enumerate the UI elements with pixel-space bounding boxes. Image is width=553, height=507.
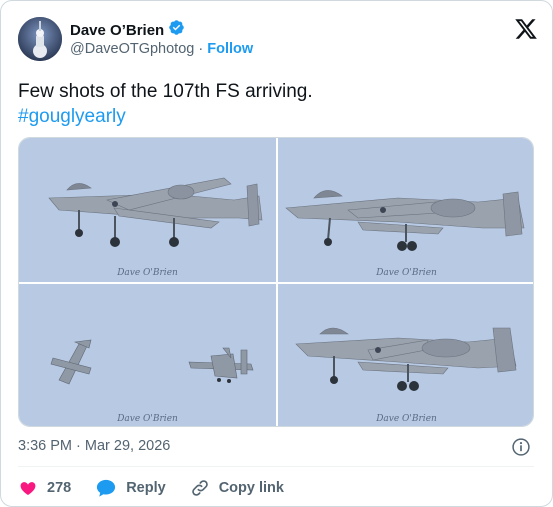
photo-signature: Dave O'Brien: [117, 268, 178, 278]
tweet-body: Few shots of the 107th FS arriving.: [18, 81, 313, 102]
photo-signature: Dave O'Brien: [376, 414, 437, 424]
follow-button[interactable]: Follow: [207, 41, 253, 57]
tweet-text: Few shots of the 107th FS arriving. #gou…: [18, 79, 538, 129]
handle-separator: ·: [198, 41, 204, 57]
photo-signature: Dave O'Brien: [376, 268, 437, 278]
reply-button[interactable]: Reply: [95, 478, 166, 498]
tweet-timestamp[interactable]: 3:36 PM · Mar 29, 2026: [18, 438, 170, 454]
like-count: 278: [47, 480, 72, 496]
photo-1[interactable]: Dave O'Brien: [19, 138, 276, 282]
name-row: Dave O’Brien: [70, 19, 185, 41]
timestamp-row: 3:36 PM · Mar 29, 2026: [18, 437, 534, 457]
avatar[interactable]: [18, 17, 62, 61]
heart-icon: [18, 478, 38, 498]
info-icon[interactable]: [511, 437, 531, 457]
handle-row: @DaveOTGphotog · Follow: [70, 41, 253, 57]
verified-badge-icon: [168, 19, 185, 41]
link-icon: [190, 478, 210, 498]
reply-bubble-icon: [95, 478, 117, 498]
like-button[interactable]: 278: [18, 478, 71, 498]
copy-link-label: Copy link: [218, 480, 284, 496]
photo-signature: Dave O'Brien: [117, 414, 178, 424]
photo-2[interactable]: Dave O'Brien: [278, 138, 533, 282]
reply-label: Reply: [126, 480, 166, 496]
action-bar: 278 Reply Copy link: [18, 477, 308, 499]
x-logo-icon[interactable]: [514, 17, 538, 41]
copy-link-button[interactable]: Copy link: [190, 478, 284, 498]
photo-4[interactable]: Dave O'Brien: [278, 284, 533, 426]
tweet-card: Dave O’Brien @DaveOTGphotog · Follow Few…: [0, 0, 553, 507]
user-handle[interactable]: @DaveOTGphotog: [70, 41, 194, 57]
photo-3[interactable]: Dave O'Brien: [19, 284, 276, 426]
media-grid: Dave O'Brien Dave O'Brien Dave O'Brien D…: [18, 137, 534, 427]
tweet-header: Dave O’Brien @DaveOTGphotog · Follow: [18, 17, 538, 61]
hashtag-link[interactable]: #gouglyearly: [18, 104, 538, 129]
display-name[interactable]: Dave O’Brien: [70, 22, 164, 39]
divider: [18, 466, 534, 467]
